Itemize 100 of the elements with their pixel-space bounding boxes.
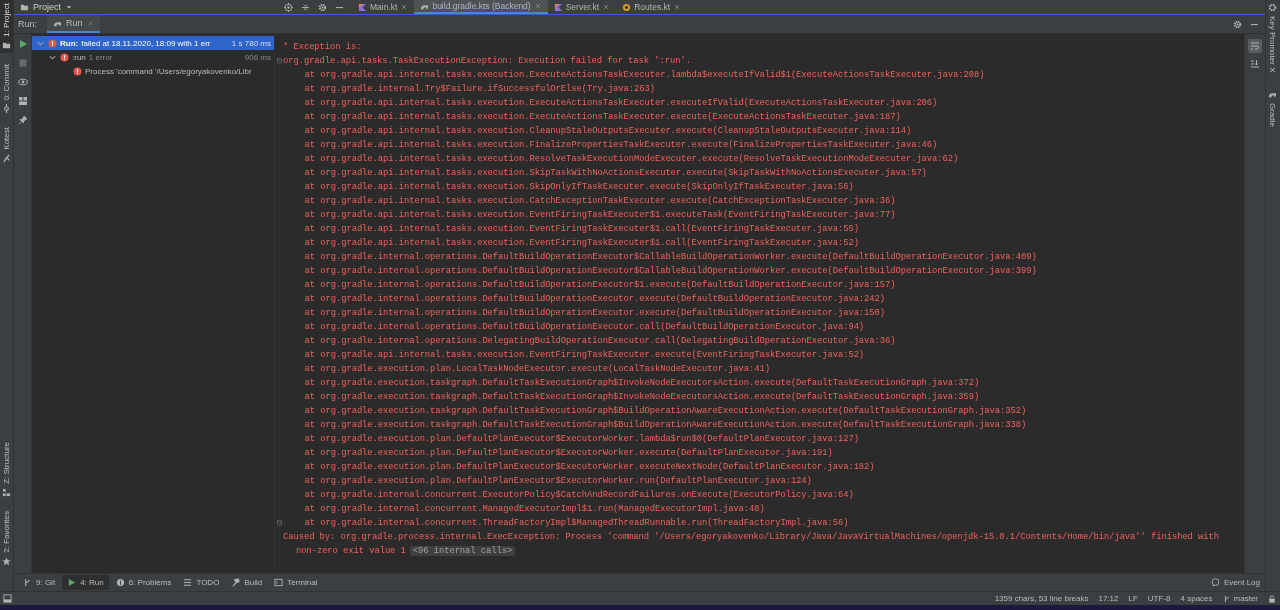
console-line: at org.gradle.internal.operations.DefaultBuildOperationExecutor$1.execute(DefaultBuildOperationExecutor.java:157) <box>303 280 896 290</box>
tool-window-tab[interactable]: 6: Problems <box>110 575 177 591</box>
console-line: at org.gradle.internal.operations.DefaultBuildOperationExecutor$CallableBuildOperationWorker.execute(DefaultBuildOperationExecutor.java:409) <box>303 252 1037 262</box>
status-text[interactable]: UTF-8 <box>1147 594 1171 603</box>
folder-icon <box>20 2 29 12</box>
branch-widget[interactable]: master <box>1222 594 1258 603</box>
task-name: Run: <box>60 38 79 48</box>
tree-item[interactable]: :run 1 error 906 ms <box>32 50 274 64</box>
console-line: at org.gradle.api.internal.tasks.execution.ExecuteActionsTaskExecuter.lambda$executeIfValid$1(ExecuteActionsTaskExecuter.java:208) <box>303 70 985 80</box>
collapsed-calls-badge[interactable]: <96 internal calls> <box>409 546 516 556</box>
console-line: at org.gradle.execution.plan.DefaultPlanExecutor$ExecutorWorker.executeNextNode(DefaultPlanExecutor.java:182) <box>303 462 875 472</box>
layout-icon[interactable] <box>17 96 28 106</box>
status-text[interactable]: 4 spaces <box>1180 594 1213 603</box>
play-icon[interactable] <box>17 39 28 49</box>
pin-icon[interactable] <box>17 115 28 125</box>
editor-tab[interactable]: Server.kt <box>547 0 617 14</box>
gear-icon <box>1268 3 1277 12</box>
status-text[interactable]: 1359 chars, 53 line breaks <box>994 594 1089 603</box>
console-line: at org.gradle.api.internal.tasks.execution.SkipTaskWithNoActionsExecuter.execute(SkipTaskWithNoActionsExecuter.java:57) <box>303 168 927 178</box>
tool-window-button[interactable]: Kotest <box>0 124 13 166</box>
terminal-icon <box>274 578 284 588</box>
editor-tab[interactable]: build.gradle.kts (Backend) <box>414 0 548 14</box>
tool-window-button[interactable]: 2: Favorites <box>0 508 13 570</box>
eye-icon[interactable] <box>17 77 28 87</box>
soft-wrap-icon[interactable] <box>1250 41 1260 51</box>
editor-tab[interactable]: Routes.kt <box>616 0 688 14</box>
console-line: at org.gradle.execution.plan.DefaultPlanExecutor$ExecutorWorker.run(DefaultPlanExecutor.java:124) <box>303 476 812 486</box>
caret-icon <box>65 3 73 11</box>
console-line: at org.gradle.internal.Try$Failure.ifSuccessfulOrElse(Try.java:263) <box>303 84 655 94</box>
close-icon[interactable] <box>400 3 409 11</box>
console-line: at org.gradle.internal.operations.DefaultBuildOperationExecutor.execute(DefaultBuildOperationExecutor.java:242) <box>303 294 885 304</box>
panel-icon[interactable] <box>3 594 12 603</box>
tool-window-tab[interactable]: 4: Run <box>62 575 109 591</box>
commit-icon <box>2 104 11 114</box>
console-line: at org.gradle.internal.operations.DefaultBuildOperationExecutor.execute(DefaultBuildOperationExecutor.java:150) <box>303 308 885 318</box>
settings-icon[interactable] <box>318 2 327 12</box>
console-line: at org.gradle.execution.plan.LocalTaskNodeExecutor.execute(LocalTaskNodeExecutor.java:41) <box>303 364 770 374</box>
console-line: at org.gradle.api.internal.tasks.execution.EventFiringTaskExecuter.execute(EventFiringTaskExecuter.java:52) <box>303 350 865 360</box>
tool-window-button[interactable]: Gradle <box>1266 87 1279 131</box>
console-line: at org.gradle.internal.concurrent.ThreadFactoryImpl$ManagedThreadRunnable.run(ThreadFactoryImpl.java:56) <box>303 518 849 528</box>
tree-item[interactable]: Run: failed at 18.11.2020, 18:09 with 1 err 1 s 780 ms <box>32 36 274 50</box>
error-icon <box>48 38 57 48</box>
project-view-dropdown[interactable]: Project <box>14 2 284 12</box>
duration-label: 906 ms <box>244 52 271 62</box>
file-icon <box>622 2 632 12</box>
event-log-button[interactable]: Event Log <box>1205 575 1265 591</box>
tool-window-button[interactable]: 1: Project <box>0 0 13 53</box>
console-line: at org.gradle.api.internal.tasks.execution.CleanupStaleOutputsExecuter.execute(CleanupStaleOutputsExecuter.java:114) <box>303 126 912 136</box>
structure-icon <box>2 488 11 498</box>
tree-item[interactable]: Process 'command '/Users/egoryakovenko/Libr <box>32 64 274 78</box>
console-line: non-zero exit value 1 <box>295 546 406 556</box>
console-line: at org.gradle.api.internal.tasks.execution.EventFiringTaskExecuter$1.executeTask(EventFiringTaskExecuter.java:77) <box>303 210 896 220</box>
console-line: at org.gradle.execution.taskgraph.DefaultTaskExecutionGraph$InvokeNodeExecutorsAction.execute(DefaultTaskExecutionGraph.java:372) <box>303 378 980 388</box>
error-icon <box>73 66 82 76</box>
close-icon[interactable] <box>602 3 611 11</box>
file-icon <box>358 2 367 12</box>
status-text[interactable]: 17:12 <box>1098 594 1119 603</box>
lock-icon[interactable] <box>1268 594 1276 603</box>
panel-title: Run: <box>18 19 37 29</box>
folder-icon <box>2 40 11 50</box>
console-line: at org.gradle.api.internal.tasks.execution.EventFiringTaskExecuter$1.call(EventFiringTaskExecuter.java:52) <box>303 238 859 248</box>
tool-window-tab[interactable]: Build <box>226 575 268 591</box>
tool-window-button[interactable]: Key Promoter X <box>1266 0 1279 76</box>
tool-window-tab[interactable]: TODO <box>178 575 225 591</box>
play-icon <box>67 578 77 588</box>
console-line: Caused by: org.gradle.process.internal.ExecException: Process 'command '/Users/egoryakovenko/Library/Java/JavaVirtualMachines/openjdk-15.0.1/Contents/Home/bin/java'' finished with <box>283 532 1219 542</box>
console-line: at org.gradle.execution.taskgraph.DefaultTaskExecutionGraph$InvokeNodeExecutorsAction.execute(DefaultTaskExecutionGraph.java:359) <box>303 392 980 402</box>
tool-window-button[interactable]: 0: Commit <box>0 60 13 117</box>
console-line: at org.gradle.execution.taskgraph.DefaultTaskExecutionGraph$BuildOperationAwareExecutionAction.execute(DefaultTaskExecutionGraph.java:352) <box>303 406 1027 416</box>
editor-tab[interactable]: Main.kt <box>352 0 415 14</box>
status-text[interactable]: LF <box>1128 594 1138 603</box>
scroll-to-end-icon[interactable] <box>1250 59 1260 69</box>
task-status: 1 error <box>88 52 113 62</box>
console-line: * Exception is: <box>283 42 362 52</box>
console-line: at org.gradle.api.internal.tasks.execution.EventFiringTaskExecuter$1.call(EventFiringTaskExecuter.java:55) <box>303 224 859 234</box>
tool-window-tab[interactable]: 9: Git <box>18 575 61 591</box>
console-line: at org.gradle.api.internal.tasks.execution.CatchExceptionTaskExecuter.execute(CatchExceptionTaskExecuter.java:36) <box>303 196 896 206</box>
collapse-icon[interactable] <box>301 2 310 12</box>
console-line: at org.gradle.execution.plan.DefaultPlanExecutor$ExecutorWorker.execute(DefaultPlanExecutor.java:191) <box>303 448 833 458</box>
run-tab[interactable]: Run <box>47 15 100 33</box>
tool-window-button[interactable]: Z: Structure <box>0 439 13 501</box>
duration-label: 1 s 780 ms <box>231 38 271 48</box>
hammer-icon <box>231 578 241 588</box>
error-icon <box>60 52 69 62</box>
list-icon <box>183 578 193 588</box>
speech-bubble-icon <box>1210 578 1220 588</box>
branch-icon <box>23 578 32 588</box>
console-line: at org.gradle.internal.operations.DefaultBuildOperationExecutor$CallableBuildOperationWorker.execute(DefaultBuildOperationExecutor.java:399) <box>303 266 1037 276</box>
branch-icon <box>1222 594 1231 603</box>
console-line: at org.gradle.api.internal.tasks.execution.FinalizePropertiesTaskExecuter.execute(FinalizePropertiesTaskExecuter.java:46) <box>303 140 938 150</box>
console-line: at org.gradle.internal.operations.DefaultBuildOperationExecutor.call(DefaultBuildOperationExecutor.java:94) <box>303 322 865 332</box>
console-line: at org.gradle.execution.taskgraph.DefaultTaskExecutionGraph$BuildOperationAwareExecutionAction.execute(DefaultTaskExecutionGraph.java:338) <box>303 420 1027 430</box>
tree-item-label: Process 'command '/Users/egoryakovenko/Libr <box>85 66 252 76</box>
tool-window-tab[interactable]: Terminal <box>269 575 323 591</box>
console-line: at org.gradle.api.internal.tasks.execution.ExecuteActionsTaskExecuter.execute(ExecuteActionsTaskExecuter.java:187) <box>303 112 901 122</box>
crosshair-icon[interactable] <box>284 2 293 12</box>
console-line: at org.gradle.api.internal.tasks.execution.SkipOnlyIfTaskExecuter.execute(SkipOnlyIfTaskExecuter.java:56) <box>303 182 854 192</box>
close-icon[interactable] <box>673 3 682 11</box>
console-line: at org.gradle.execution.plan.DefaultPlanExecutor$ExecutorWorker.lambda$run$0(DefaultPlanExecutor.java:127) <box>303 434 859 444</box>
settings-icon[interactable] <box>1233 19 1242 29</box>
